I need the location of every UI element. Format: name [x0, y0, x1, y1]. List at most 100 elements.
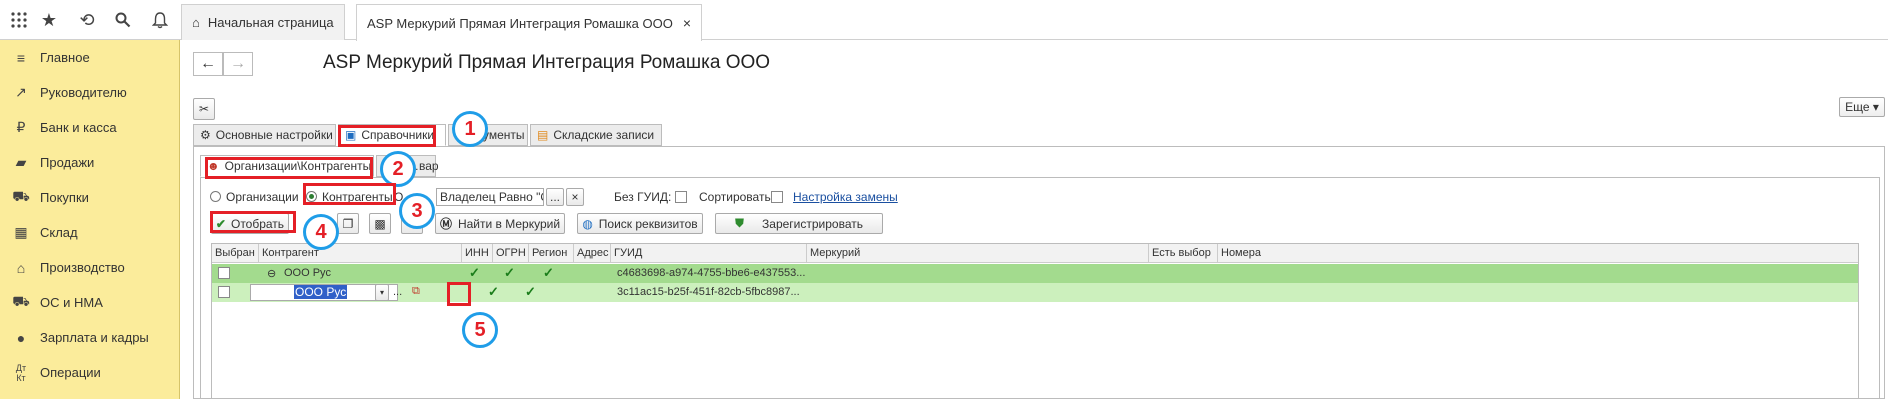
- row-guid: c4683698-a974-4755-bbe6-e437553...: [617, 267, 806, 279]
- uncheck-button[interactable]: ▩: [369, 213, 391, 234]
- sidebar-item-production[interactable]: ⌂ Производство: [0, 250, 180, 285]
- arrow-right-icon: →: [230, 55, 246, 72]
- sidebar-item-main[interactable]: ≡ Главное: [0, 40, 180, 75]
- col-address[interactable]: Адрес: [574, 244, 611, 263]
- sidebar-item-sales[interactable]: ▰ Продажи: [0, 145, 180, 180]
- sidebar-item-assets[interactable]: ⛟ ОС и НМА: [0, 285, 180, 320]
- col-mercury[interactable]: Меркурий: [807, 244, 1149, 263]
- col-inn[interactable]: ИНН: [462, 244, 493, 263]
- row-dropdown-button[interactable]: ▾: [375, 284, 389, 301]
- row-ellipsis-button[interactable]: ...: [390, 283, 405, 302]
- sidebar-item-director[interactable]: ↗ Руководителю: [0, 75, 180, 110]
- radio-label: Организации: [226, 190, 299, 204]
- star-icon[interactable]: ★: [30, 0, 68, 40]
- filter-clear-button[interactable]: ×: [566, 188, 584, 206]
- filter-input[interactable]: Владелец Равно "ООО Р: [436, 188, 544, 206]
- col-region[interactable]: Регион: [529, 244, 574, 263]
- radio-organizations[interactable]: Организации: [210, 190, 299, 204]
- row-counterparty: ООО Рус: [284, 267, 331, 279]
- dt-kt-icon: Дт Кт: [15, 362, 27, 383]
- annotation-box-3: [303, 183, 396, 205]
- sidebar-item-label: Банк и касса: [40, 120, 117, 135]
- sidebar-item-purchases[interactable]: ⛟ Покупки: [0, 180, 180, 215]
- shield-icon: ⛊: [735, 216, 745, 230]
- annotation-badge-1: 1: [452, 111, 488, 147]
- sidebar-item-label: ОС и НМА: [40, 295, 103, 310]
- mercury-icon: Ⓜ: [439, 217, 452, 231]
- row-address-check: ✓: [525, 284, 536, 299]
- expand-icon[interactable]: ⊖: [264, 264, 279, 283]
- tab-main-settings[interactable]: ⚙ Основные настройки: [193, 124, 336, 146]
- sort-checkbox[interactable]: [771, 191, 783, 203]
- factory-icon: ⌂: [16, 259, 26, 276]
- row-checkbox[interactable]: [218, 286, 230, 298]
- back-button[interactable]: ←: [193, 52, 223, 76]
- table-row[interactable]: ⊖ ООО Рус ✓ ✓ ✓ c4683698-a974-4755-bbe6-…: [212, 264, 1858, 283]
- sidebar-item-salary[interactable]: ● Зарплата и кадры: [0, 320, 180, 355]
- truck-icon: ⛟: [12, 293, 30, 309]
- tab-active-document[interactable]: ASP Меркурий Прямая Интеграция Ромашка О…: [356, 4, 703, 41]
- copy-button[interactable]: ❐: [337, 213, 359, 234]
- bag-icon: ▰: [15, 154, 27, 170]
- replace-settings-link[interactable]: Настройка замены: [793, 190, 898, 204]
- find-in-mercury-button[interactable]: Ⓜ Найти в Меркурий: [435, 213, 565, 234]
- chevron-down-icon: ▾: [379, 288, 384, 297]
- close-icon[interactable]: ×: [683, 15, 691, 31]
- col-ogrn[interactable]: ОГРН: [493, 244, 529, 263]
- boxes-icon: ▤: [537, 128, 549, 142]
- annotation-box-5: [447, 282, 471, 306]
- forward-button[interactable]: →: [223, 52, 253, 76]
- col-guid[interactable]: ГУИД: [611, 244, 807, 263]
- sidebar-item-operations[interactable]: Дт Кт Операции: [0, 355, 180, 390]
- sidebar-item-label: Операции: [40, 365, 101, 380]
- row-guid: 3c11ac15-b25f-451f-82cb-5fbc8987...: [617, 286, 800, 298]
- sort-label: Сортировать:: [699, 190, 775, 204]
- sidebar: ≡ Главное ↗ Руководителю ₽ Банк и касса ▰ Пр…: [0, 40, 180, 399]
- annotation-badge-5: 5: [462, 312, 498, 348]
- tab-active-label: ASP Меркурий Прямая Интеграция Ромашка О…: [367, 15, 673, 31]
- uncheck-icon: ▩: [374, 216, 386, 231]
- counterparties-table: Выбран Контрагент ИНН ОГРН Регион Адрес …: [211, 243, 1859, 399]
- warehouse-icon: ▦: [14, 224, 28, 240]
- button-label: Найти в Меркурий: [457, 216, 561, 231]
- trend-icon: ↗: [15, 84, 27, 100]
- tab-warehouse-records[interactable]: ▤ Складские записи: [530, 124, 662, 146]
- button-label: Поиск реквизитов: [598, 216, 698, 231]
- filter-select-button[interactable]: ...: [546, 188, 564, 206]
- no-guid-checkbox[interactable]: [675, 191, 687, 203]
- top-bar: ★ ⟲ ⌂ Начальная страница ASP Меркурий Пр…: [0, 0, 1888, 41]
- col-counterparty[interactable]: Контрагент: [259, 244, 462, 263]
- more-button[interactable]: Еще ▾: [1839, 97, 1885, 117]
- col-numbers[interactable]: Номера: [1218, 244, 1858, 263]
- sidebar-item-label: Производство: [40, 260, 125, 275]
- annotation-box-2: [205, 157, 373, 179]
- tab-label: Основные настройки: [215, 128, 333, 142]
- history-icon[interactable]: ⟲: [68, 0, 106, 40]
- open-icon[interactable]: ⧉: [409, 282, 423, 301]
- tools-icon: ✂: [198, 102, 210, 116]
- row-checkbox[interactable]: [218, 267, 230, 279]
- col-has-choice[interactable]: Есть выбор: [1149, 244, 1218, 263]
- copy-icon: ❐: [342, 216, 354, 231]
- sidebar-item-warehouse[interactable]: ▦ Склад: [0, 215, 180, 250]
- home-icon: ⌂: [192, 15, 200, 30]
- no-guid-label: Без ГУИД:: [614, 190, 672, 204]
- tab-home[interactable]: ⌂ Начальная страница: [181, 4, 345, 40]
- search-icon[interactable]: [104, 0, 142, 40]
- sidebar-item-label: Продажи: [40, 155, 95, 170]
- tab-home-label: Начальная страница: [207, 15, 334, 30]
- bell-icon[interactable]: [141, 0, 179, 40]
- col-selected[interactable]: Выбран: [212, 244, 259, 263]
- sidebar-item-label: Руководителю: [40, 85, 127, 100]
- row-inn-check: ✓: [469, 265, 480, 280]
- sidebar-item-label: Покупки: [40, 190, 89, 205]
- page-title: ASP Меркурий Прямая Интеграция Ромашка О…: [323, 52, 771, 73]
- settings-tools-button[interactable]: ✂: [193, 98, 215, 120]
- globe-icon: ◍: [582, 216, 593, 231]
- sidebar-item-label: Склад: [40, 225, 78, 240]
- arrow-left-icon: ←: [200, 55, 216, 72]
- sidebar-item-bank[interactable]: ₽ Банк и касса: [0, 110, 180, 145]
- search-requisites-button[interactable]: ◍ Поиск реквизитов: [577, 213, 703, 234]
- register-button[interactable]: ⛊ Зарегистрировать: [715, 213, 883, 234]
- annotation-badge-3: 3: [399, 193, 435, 229]
